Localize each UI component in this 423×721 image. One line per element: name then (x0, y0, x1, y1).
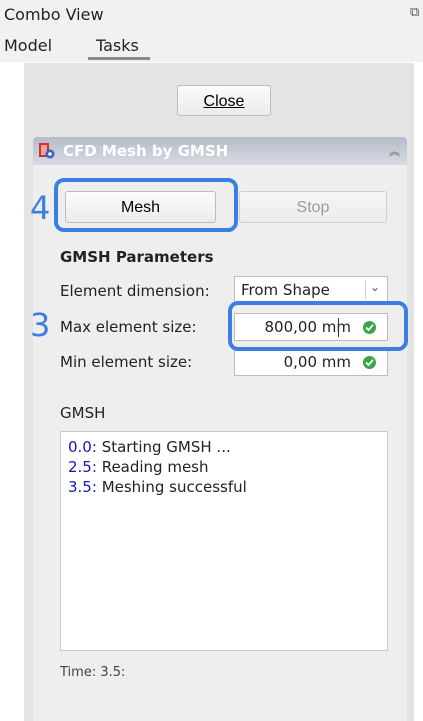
element-dimension-value: From Shape (241, 281, 330, 299)
annotation-highlight-max-size (228, 301, 408, 351)
valid-check-icon (363, 356, 376, 369)
console-text: Starting GMSH ... (96, 438, 231, 456)
min-element-size-field[interactable]: 0,00 mm (234, 348, 388, 376)
console-text: Reading mesh (96, 458, 209, 476)
min-element-size-value: 0,00 mm (283, 353, 351, 371)
annotation-highlight-mesh (54, 178, 238, 232)
console-time: 3.5: (68, 478, 97, 496)
close-button-label: Close (203, 93, 245, 110)
elapsed-time-label: Time: 3.5: (60, 665, 126, 680)
undock-icon[interactable]: ⧉ (410, 5, 419, 20)
max-element-size-label: Max element size: (60, 318, 197, 336)
taskbox-title: CFD Mesh by GMSH (63, 142, 229, 160)
console-text: Meshing successful (96, 478, 247, 496)
console-line: 0.0: Starting GMSH ... (68, 438, 231, 456)
element-dimension-select[interactable]: From Shape ⌄ (234, 276, 388, 304)
gmsh-parameters-heading: GMSH Parameters (60, 248, 214, 266)
min-element-size-label: Min element size: (60, 353, 193, 371)
annotation-step-3: 3 (30, 306, 51, 344)
taskbox-header[interactable]: CFD Mesh by GMSH ︽ (33, 137, 407, 165)
tab-tasks[interactable]: Tasks (96, 36, 139, 55)
tab-bar: Model Tasks (0, 30, 423, 62)
console-line: 3.5: Meshing successful (68, 478, 247, 496)
collapse-icon[interactable]: ︽ (389, 143, 400, 159)
gmsh-console-label: GMSH (60, 404, 106, 422)
active-tab-indicator (88, 57, 150, 60)
tab-model[interactable]: Model (4, 36, 52, 55)
window-title: Combo View (4, 5, 104, 24)
console-time: 2.5: (68, 458, 97, 476)
stop-button[interactable]: Stop (239, 191, 387, 223)
annotation-step-4: 4 (30, 189, 51, 227)
combo-view-titlebar: Combo View ⧉ (0, 0, 423, 30)
close-button[interactable]: Close (177, 85, 271, 116)
chevron-down-icon[interactable]: ⌄ (370, 280, 380, 294)
console-time: 0.0: (68, 438, 97, 456)
combo-separator (365, 281, 366, 299)
cfd-mesh-icon (39, 143, 55, 159)
element-dimension-label: Element dimension: (60, 282, 210, 300)
console-line: 2.5: Reading mesh (68, 458, 209, 476)
gmsh-console-output[interactable]: 0.0: Starting GMSH ... 2.5: Reading mesh… (60, 431, 388, 651)
